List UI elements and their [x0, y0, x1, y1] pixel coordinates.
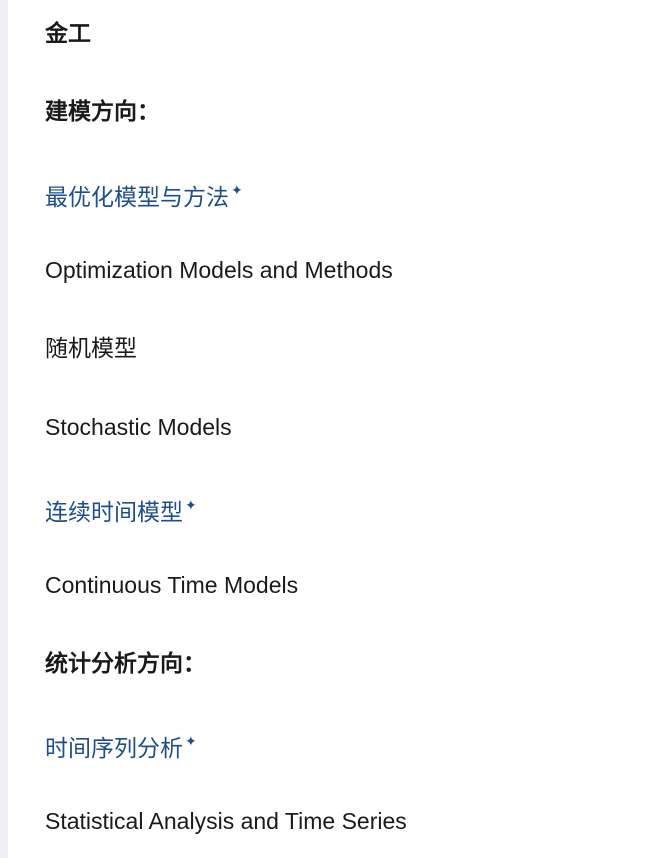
link-label[interactable]: 连续时间模型	[45, 500, 183, 526]
left-border	[0, 0, 8, 858]
link-optimization-models[interactable]: 最优化模型与方法 ✦	[45, 175, 243, 214]
link-label[interactable]: 最优化模型与方法	[45, 185, 229, 211]
course-stochastic-models: 随机模型	[45, 333, 137, 365]
course-english-text: Stochastic Models	[45, 414, 232, 440]
section-title-text: 金工	[45, 21, 91, 47]
sparkle-icon: ✦	[185, 734, 197, 750]
course-chinese-text: 随机模型	[45, 336, 137, 362]
subsection-heading-text: 建模方向：	[45, 99, 160, 125]
course-english-text: Statistical Analysis and Time Series	[45, 808, 407, 834]
course-english-continuous: Continuous Time Models	[45, 569, 298, 601]
subsection-heading-text: 统计分析方向：	[45, 651, 206, 677]
course-english-optimization: Optimization Models and Methods	[45, 254, 393, 286]
course-english-stochastic: Stochastic Models	[45, 411, 232, 443]
sparkle-icon: ✦	[231, 183, 243, 199]
link-continuous-time-models[interactable]: 连续时间模型 ✦	[45, 490, 197, 529]
course-english-time-series: Statistical Analysis and Time Series	[45, 805, 407, 837]
course-english-text: Optimization Models and Methods	[45, 257, 393, 283]
link-label[interactable]: 时间序列分析	[45, 736, 183, 762]
document-page: 金工 建模方向： 最优化模型与方法 ✦ Optimization Models a…	[0, 0, 649, 858]
section-title: 金工	[45, 18, 91, 50]
subsection-heading-modeling: 建模方向：	[45, 96, 160, 128]
course-english-text: Continuous Time Models	[45, 572, 299, 598]
sparkle-icon: ✦	[185, 498, 197, 514]
link-time-series-analysis[interactable]: 时间序列分析 ✦	[45, 726, 197, 765]
subsection-heading-statistics: 统计分析方向：	[45, 648, 206, 680]
